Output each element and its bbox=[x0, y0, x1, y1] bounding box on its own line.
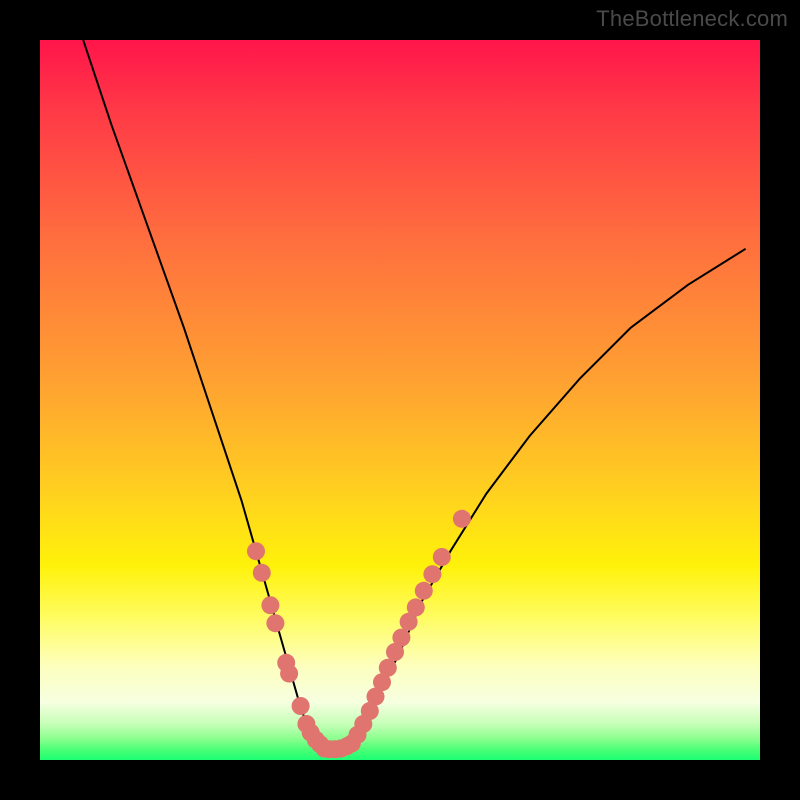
data-point bbox=[280, 665, 298, 683]
data-point bbox=[433, 548, 451, 566]
data-point bbox=[453, 510, 471, 528]
data-point bbox=[253, 564, 271, 582]
data-point bbox=[261, 596, 279, 614]
data-point bbox=[266, 614, 284, 632]
data-point bbox=[407, 598, 425, 616]
data-point bbox=[379, 659, 397, 677]
data-point bbox=[247, 542, 265, 560]
bottleneck-curve bbox=[83, 40, 745, 749]
data-point bbox=[292, 697, 310, 715]
data-point bbox=[415, 582, 433, 600]
data-point bbox=[423, 565, 441, 583]
chart-svg bbox=[40, 40, 760, 760]
watermark-text: TheBottleneck.com bbox=[596, 6, 788, 32]
plot-area bbox=[40, 40, 760, 760]
data-point bbox=[392, 629, 410, 647]
outer-frame: TheBottleneck.com bbox=[0, 0, 800, 800]
